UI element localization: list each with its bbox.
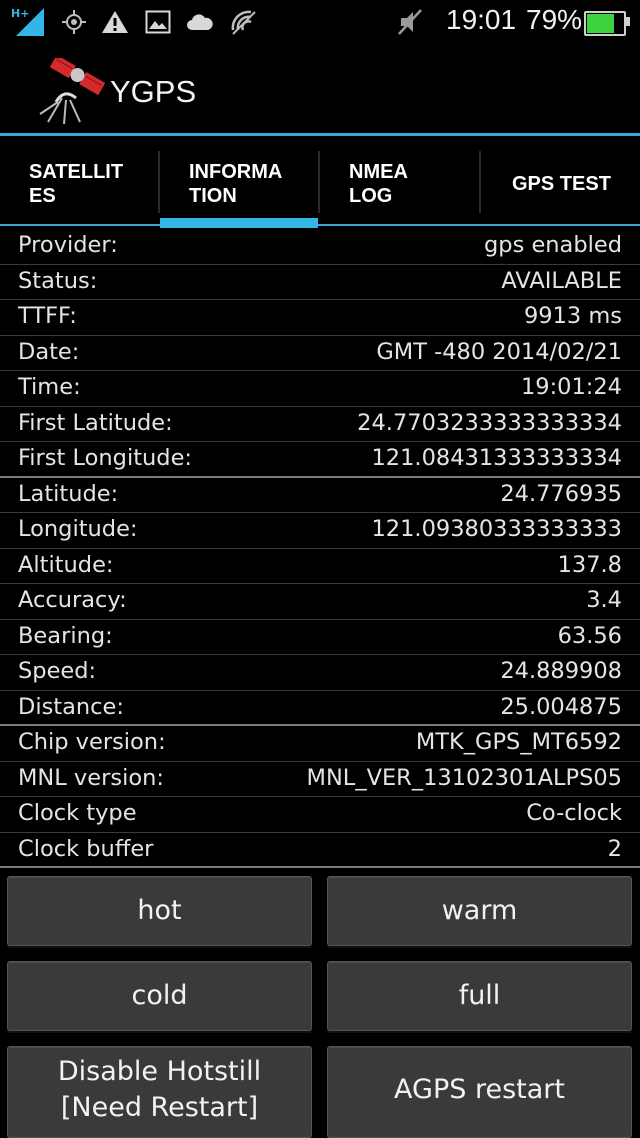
info-value: 63.56 — [557, 622, 622, 649]
battery-percent: 79% — [526, 4, 583, 35]
info-row-clock-buffer: Clock buffer 2 — [0, 833, 640, 868]
battery-fill — [587, 14, 614, 33]
info-value: 121.08431333333334 — [371, 445, 622, 471]
info-label: Speed: — [18, 658, 97, 684]
tab-underline — [0, 224, 640, 226]
info-value: 3.4 — [586, 587, 622, 613]
info-label: Bearing: — [18, 622, 113, 649]
info-value: 24.889908 — [500, 658, 622, 684]
info-label: Accuracy: — [18, 587, 127, 613]
info-row-distance: Distance: 25.004875 — [0, 691, 640, 726]
tab-label: NMEA LOG — [349, 161, 408, 207]
info-value: AVAILABLE — [501, 267, 622, 294]
hot-button[interactable]: hot — [7, 876, 312, 946]
battery-icon — [584, 11, 626, 36]
info-row-altitude: Altitude: 137.8 — [0, 549, 640, 584]
info-label: Status: — [18, 267, 98, 294]
info-value: 9913 ms — [523, 303, 622, 329]
info-row-date: Date: GMT -480 2014/02/21 — [0, 336, 640, 371]
info-value: 24.776935 — [500, 480, 622, 507]
warning-icon — [100, 6, 130, 38]
tab-bar: SATELLIT ES INFORMA TION NMEA LOG GPS TE… — [0, 136, 640, 228]
battery-tip — [626, 17, 630, 26]
info-label: Distance: — [18, 693, 124, 720]
info-row-clock-type: Clock type Co-clock — [0, 797, 640, 833]
mute-icon — [395, 6, 425, 38]
info-value: 19:01:24 — [520, 374, 622, 400]
gps-icon — [60, 6, 88, 38]
info-row-first-longitude: First Longitude: 121.08431333333334 — [0, 442, 640, 478]
tab-label: SATELLIT ES — [29, 161, 124, 207]
info-label: Chip version: — [18, 729, 166, 755]
cold-button[interactable]: cold — [7, 961, 312, 1031]
clock-time: 19:01 — [446, 4, 517, 35]
app-title: YGPS — [110, 74, 197, 109]
tab-label: INFORMA TION — [189, 161, 283, 207]
satellite-logo[interactable] — [34, 54, 106, 126]
info-row-chip-version: Chip version: MTK_GPS_MT6592 — [0, 726, 640, 762]
info-label: First Longitude: — [18, 445, 192, 471]
tab-satellites[interactable]: SATELLIT ES — [0, 136, 158, 228]
info-value: Co-clock — [526, 800, 622, 826]
info-row-time: Time: 19:01:24 — [0, 371, 640, 407]
info-row-bearing: Bearing: 63.56 — [0, 620, 640, 655]
status-bar: H+ 19:01 79% — [0, 0, 640, 44]
signal-icon: H+ — [10, 6, 46, 38]
info-label: First Latitude: — [18, 409, 173, 436]
info-row-longitude: Longitude: 121.09380333333333 — [0, 513, 640, 549]
info-row-mnl-version: MNL version: MNL_VER_13102301ALPS05 — [0, 762, 640, 797]
info-value: MTK_GPS_MT6592 — [415, 729, 622, 755]
info-row-first-latitude: First Latitude: 24.7703233333333334 — [0, 407, 640, 442]
disable-hotstill-button[interactable]: Disable Hotstill [Need Restart] — [7, 1046, 312, 1138]
info-value: 2 — [607, 835, 622, 862]
info-value: GMT -480 2014/02/21 — [376, 338, 622, 365]
agps-restart-button[interactable]: AGPS restart — [327, 1046, 632, 1138]
tab-information[interactable]: INFORMA TION — [160, 136, 318, 228]
info-label: Altitude: — [18, 551, 114, 578]
info-label: Clock type — [18, 800, 137, 826]
info-row-status: Status: AVAILABLE — [0, 265, 640, 300]
information-list: Provider: gps enabled Status: AVAILABLE TT… — [0, 229, 640, 868]
info-row-ttff: TTFF: 9913 ms — [0, 300, 640, 336]
warm-button[interactable]: warm — [327, 876, 632, 946]
tab-nmea-log[interactable]: NMEA LOG — [320, 136, 478, 228]
tab-active-indicator — [160, 218, 318, 228]
info-value: MNL_VER_13102301ALPS05 — [306, 764, 622, 791]
info-row-accuracy: Accuracy: 3.4 — [0, 584, 640, 620]
info-label: Provider: — [18, 232, 118, 258]
info-value: 121.09380333333333 — [371, 516, 622, 542]
info-value: 24.7703233333333334 — [357, 409, 622, 436]
info-value: gps enabled — [484, 232, 622, 258]
tab-label: GPS TEST — [512, 173, 611, 195]
info-label: Latitude: — [18, 480, 119, 507]
info-row-provider: Provider: gps enabled — [0, 229, 640, 265]
info-label: Date: — [18, 338, 80, 365]
wifi-off-icon — [228, 6, 258, 38]
info-label: MNL version: — [18, 764, 164, 791]
info-row-speed: Speed: 24.889908 — [0, 655, 640, 691]
info-label: TTFF: — [18, 303, 77, 329]
cloud-icon — [185, 6, 215, 38]
info-value: 137.8 — [557, 551, 622, 578]
info-label: Time: — [18, 374, 81, 400]
info-label: Longitude: — [18, 516, 138, 542]
tab-gps-test[interactable]: GPS TEST — [481, 136, 640, 228]
network-type-label: H+ — [11, 7, 29, 20]
image-icon — [143, 6, 173, 38]
info-row-latitude: Latitude: 24.776935 — [0, 478, 640, 513]
info-label: Clock buffer — [18, 835, 154, 862]
full-button[interactable]: full — [327, 961, 632, 1031]
info-value: 25.004875 — [500, 693, 622, 720]
